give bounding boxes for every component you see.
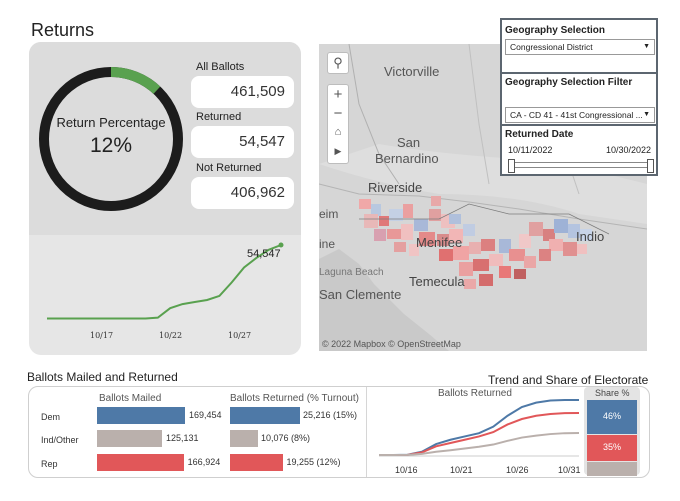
trend-x-tick: 10/21 [450,465,473,475]
map-label-san-clemente: San Clemente [319,287,402,302]
gauge-label: Return Percentage [56,115,166,130]
search-icon: ⚲ [333,55,343,70]
party-label-ind: Ind/Other [41,435,79,445]
gauge-value: 12% [89,134,133,157]
geo-selection-dropdown[interactable]: Congressional District ▼ [505,39,655,55]
home-icon[interactable]: ⌂ [328,123,348,142]
all-ballots-value: 461,509 [191,76,294,108]
returns-panel: Return Percentage 12% All Ballots 461,50… [29,42,301,355]
returns-title: Returns [31,20,95,40]
geo-filter-title: Geography Selection Filter [505,77,633,88]
returned-bar[interactable] [230,454,284,471]
filter-divider [502,124,656,126]
returns-trend-tick: 10/22 [159,331,183,340]
geo-selection-value: Congressional District [510,42,593,52]
returned-value: 19,255 (12%) [286,457,341,467]
returned-bar[interactable] [230,430,258,447]
geo-filter-value: CA - CD 41 - 41st Congressional ... [510,110,643,120]
bottom-panel: Ballots Mailed Ballots Returned (% Turno… [28,386,650,478]
chevron-down-icon: ▼ [643,43,650,50]
map-label-indio: Indio [576,229,605,244]
map-zoom-controls: + − ⌂ ▶ [327,84,349,164]
share-segment-label: 35% [602,441,621,452]
play-icon[interactable]: ▶ [328,142,348,161]
not-returned-value: 406,962 [191,177,294,209]
returned-label: Returned [196,111,242,123]
not-returned-label: Not Returned [196,162,262,174]
trend-x-tick: 10/26 [506,465,529,475]
filters-panel: Geography Selection Congressional Distri… [500,18,658,176]
returns-trend-annotation: 54,547 [247,248,281,260]
mailed-title: Ballots Mailed and Returned [27,370,178,384]
mailed-value: 166,924 [187,457,221,467]
map-label-menifee: Menifee [416,235,463,250]
map-search-button[interactable]: ⚲ [327,52,349,74]
panel-divider [366,387,367,477]
returns-trend-line [47,244,282,320]
filter-divider [502,72,656,74]
returned-bar[interactable] [230,407,300,424]
col-mailed-header: Ballots Mailed [99,393,162,404]
returned-value: 54,547 [191,126,294,158]
map-label-eim: eim [319,207,339,221]
returns-trend-tick: 10/17 [90,331,114,340]
returns-trend-tick: 10/27 [228,331,252,340]
returns-trend-end-point [278,242,284,248]
geo-selection-title: Geography Selection [505,25,606,36]
share-segment[interactable] [587,461,637,476]
share-segment[interactable]: 46% [587,400,637,435]
col-returned-header: Ballots Returned (% Turnout) [230,393,359,404]
share-segment-label: 46% [602,411,621,422]
geo-filter-dropdown[interactable]: CA - CD 41 - 41st Congressional ... ▼ [505,107,655,123]
share-header: Share % [595,388,630,398]
returned-value: 10,076 (8%) [260,433,310,443]
returned-date-title: Returned Date [505,129,574,140]
party-label-dem: Dem [41,412,61,422]
map-label-ine: ine [319,237,336,251]
slider-start-handle[interactable] [508,159,515,173]
mailed-value: 169,454 [189,410,222,420]
zoom-in-icon[interactable]: + [328,85,348,104]
date-start: 10/11/2022 [508,145,553,155]
map-label-laguna-beach: Laguna Beach [319,267,384,278]
slider-end-handle[interactable] [647,159,654,173]
mailed-value: 125,131 [165,433,199,443]
share-segment[interactable]: 35% [587,435,637,461]
date-range-slider[interactable] [508,159,654,173]
map-label-temecula: Temecula [409,274,465,289]
map-label-victorville: Victorville [384,64,440,79]
date-end: 10/30/2022 [606,145,652,155]
all-ballots-label: All Ballots [196,61,245,73]
trend-chart [379,399,580,457]
mailed-bar[interactable] [97,430,162,447]
trend-title: Trend and Share of Electorate [488,373,649,387]
chevron-down-icon: ▼ [643,108,650,122]
map-label-san: San [397,135,421,150]
party-label-rep: Rep [41,459,58,469]
zoom-out-icon[interactable]: − [328,104,348,123]
trend-x-tick: 10/31 [558,465,581,475]
trend-x-tick: 10/16 [395,465,418,475]
returned-value: 25,216 (15%) [303,410,358,420]
mailed-bar[interactable] [97,454,184,471]
map-attribution[interactable]: © 2022 Mapbox © OpenStreetMap [322,339,461,349]
map-label-riverside: Riverside [368,180,423,195]
mailed-bar[interactable] [97,407,185,424]
map-label-bernardino: Bernardino [375,151,439,166]
